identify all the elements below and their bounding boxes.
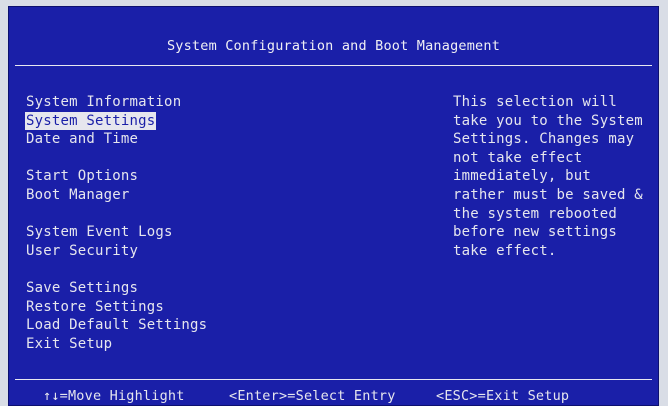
menu-item-system-settings[interactable]: System Settings — [25, 111, 157, 131]
help-panel: This selection will take you to the Syst… — [453, 93, 653, 260]
help-text-line: before new settings — [453, 224, 617, 241]
help-text-line: Settings. Changes may — [453, 131, 635, 148]
menu-item-start-options[interactable]: Start Options — [25, 167, 139, 186]
help-text-line: not take effect — [453, 149, 583, 166]
menu-item-user-security[interactable]: User Security — [25, 242, 139, 261]
bios-screen: System Configuration and Boot Management… — [8, 6, 659, 406]
help-text-line: the system rebooted — [453, 205, 617, 222]
exit-setup-hint: <ESC>=Exit Setup — [436, 388, 570, 404]
help-text-line: rather must be saved & — [453, 186, 643, 203]
main-menu: System Information System Settings Date … — [25, 93, 325, 353]
menu-item-exit-setup[interactable]: Exit Setup — [25, 335, 113, 354]
menu-item-system-information[interactable]: System Information — [25, 93, 182, 112]
help-text-line: This selection will — [453, 94, 617, 110]
menu-item-date-and-time[interactable]: Date and Time — [25, 130, 139, 149]
help-text-line: immediately, but — [453, 168, 592, 185]
menu-spacer — [25, 149, 325, 168]
help-text-line: take effect. — [453, 242, 557, 259]
top-divider — [15, 65, 652, 66]
help-text-line: take you to the System — [453, 112, 643, 129]
bottom-divider — [15, 379, 652, 380]
move-highlight-hint: ↑↓=Move Highlight — [43, 388, 185, 404]
menu-spacer — [25, 260, 325, 279]
menu-item-system-event-logs[interactable]: System Event Logs — [25, 223, 174, 242]
menu-item-restore-settings[interactable]: Restore Settings — [25, 298, 165, 317]
menu-item-load-default-settings[interactable]: Load Default Settings — [25, 316, 208, 335]
page-title: System Configuration and Boot Management — [166, 38, 501, 54]
menu-item-save-settings[interactable]: Save Settings — [25, 279, 139, 298]
select-entry-hint: <Enter>=Select Entry — [229, 388, 396, 404]
menu-spacer — [25, 205, 325, 224]
menu-item-boot-manager[interactable]: Boot Manager — [25, 186, 131, 205]
